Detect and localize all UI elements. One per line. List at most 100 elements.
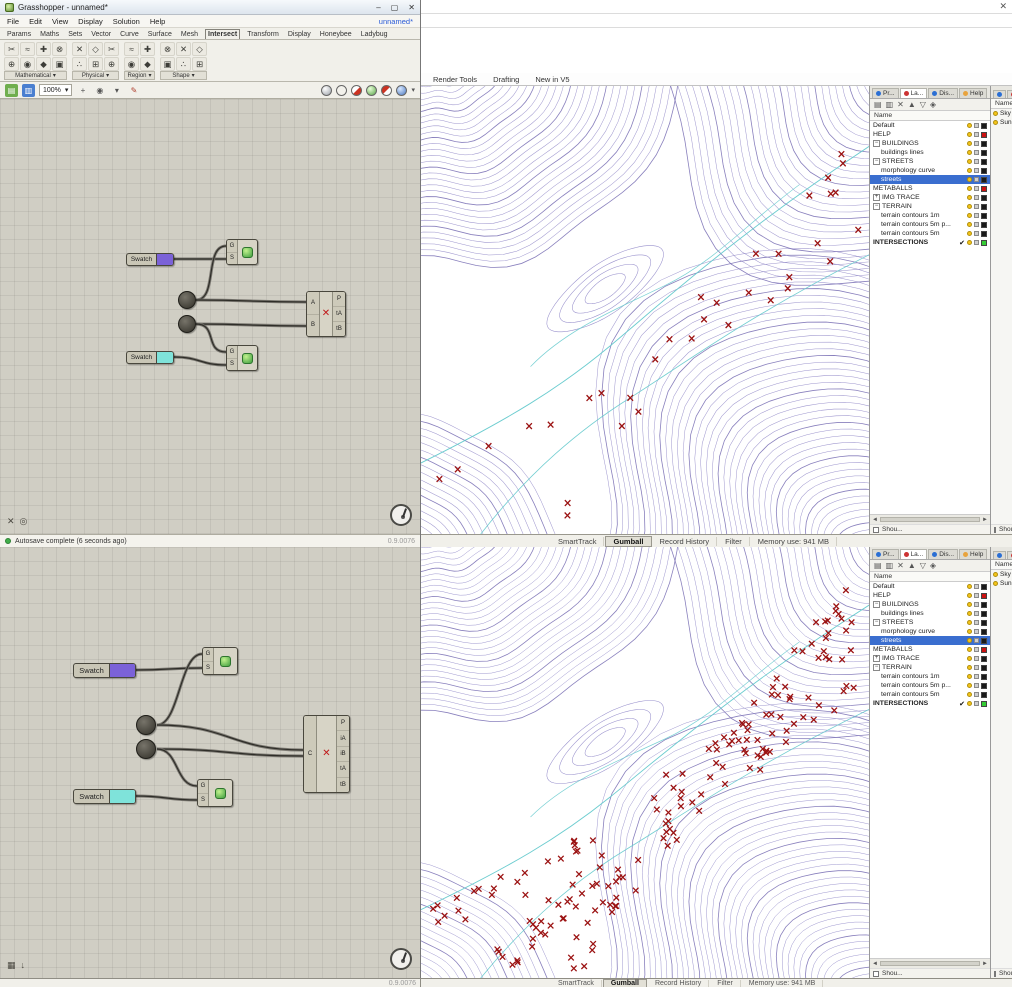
input-s[interactable]: S	[227, 357, 237, 370]
panel-tab-help[interactable]: Help	[959, 549, 988, 559]
preview-eye-icon[interactable]: ◉	[93, 84, 106, 97]
command-history-row[interactable]: ✕	[421, 0, 1012, 14]
layer-visibility-bulb-icon[interactable]	[967, 141, 972, 146]
component-icon[interactable]: ✕	[176, 42, 191, 56]
toolbar-tab[interactable]: Render Tools	[433, 75, 477, 84]
preview-selected-icon[interactable]	[351, 84, 363, 96]
swatch-node-cyan[interactable]: Swatch	[73, 789, 136, 804]
layer-visibility-bulb-icon[interactable]	[967, 123, 972, 128]
output-tb[interactable]: tB	[333, 321, 345, 336]
delete-layer-icon[interactable]: ✕	[897, 561, 904, 570]
output-tb[interactable]: tB	[337, 776, 349, 792]
swatch-color-purple[interactable]	[109, 664, 135, 677]
preview-blue-icon[interactable]	[396, 84, 408, 96]
menu-item[interactable]: Help	[150, 17, 165, 26]
panel-tab-pr[interactable]: Pr...	[872, 88, 899, 98]
sun-panel-row[interactable]: Sun	[991, 118, 1012, 127]
preview-half-icon[interactable]	[381, 84, 393, 96]
mesh-widget-icon[interactable]: ▦	[7, 960, 16, 971]
statusbar-filter[interactable]: Filter	[710, 979, 741, 987]
layer-lock-icon[interactable]	[974, 692, 979, 697]
layer-lock-icon[interactable]	[974, 620, 979, 625]
menu-item[interactable]: View	[52, 17, 68, 26]
layer-lock-icon[interactable]	[974, 674, 979, 679]
layer-color-swatch[interactable]	[981, 239, 987, 246]
command-prompt-row[interactable]	[421, 14, 1012, 28]
new-sublayer-icon[interactable]: ▥	[886, 561, 894, 570]
layer-row[interactable]: − BUILDINGS	[870, 600, 990, 609]
layer-lock-icon[interactable]	[974, 593, 979, 598]
panel-tab[interactable]	[993, 551, 1006, 559]
layer-color-swatch[interactable]	[981, 592, 987, 599]
chevron-down-icon[interactable]: ▾	[411, 86, 415, 94]
layer-row[interactable]: + IMG TRACE	[870, 193, 990, 202]
layer-row[interactable]: − STREETS	[870, 618, 990, 627]
collapse-icon[interactable]: −	[873, 601, 880, 608]
gh-tab-mesh[interactable]: Mesh	[179, 30, 200, 39]
component-icon[interactable]: ▣	[160, 57, 175, 71]
layer-row[interactable]: buildings lines	[870, 609, 990, 618]
sun-panel-row[interactable]: Sky	[991, 109, 1012, 118]
curve-curve-intersection-node[interactable]: A B ✕ P tA tB	[306, 291, 346, 337]
open-file-icon[interactable]: ▤	[5, 83, 18, 97]
layer-visibility-bulb-icon[interactable]	[967, 602, 972, 607]
preview-shaded-icon[interactable]	[321, 84, 333, 96]
layer-visibility-bulb-icon[interactable]	[967, 240, 972, 245]
download-widget-icon[interactable]: ↓	[21, 960, 26, 971]
layer-tools-icon[interactable]: ◈	[930, 561, 936, 570]
curve-param-node[interactable]	[136, 715, 156, 735]
layer-lock-icon[interactable]	[974, 665, 979, 670]
input-g[interactable]: G	[227, 240, 237, 252]
visibility-bulb-icon[interactable]	[993, 572, 998, 577]
layer-color-swatch[interactable]	[981, 167, 987, 174]
layer-row[interactable]: − STREETS	[870, 157, 990, 166]
custom-preview-node[interactable]: G S	[226, 345, 258, 371]
layer-visibility-bulb-icon[interactable]	[967, 656, 972, 661]
component-icon[interactable]: ◇	[88, 42, 103, 56]
layer-visibility-bulb-icon[interactable]	[967, 132, 972, 137]
layer-row[interactable]: terrain contours 5m	[870, 690, 990, 699]
save-file-icon[interactable]: ▥	[22, 83, 35, 97]
gh-tab-honeybee[interactable]: Honeybee	[318, 30, 354, 39]
scroll-right-icon[interactable]: ►	[982, 517, 988, 523]
curve-param-node[interactable]	[178, 315, 196, 333]
collapse-icon[interactable]: −	[873, 158, 880, 165]
component-icon[interactable]: ◆	[140, 57, 155, 71]
layer-row[interactable]: terrain contours 5m p...	[870, 220, 990, 229]
visibility-bulb-icon[interactable]	[993, 111, 998, 116]
new-layer-icon[interactable]: ▤	[874, 561, 882, 570]
layer-row[interactable]: METABALLS	[870, 184, 990, 193]
layer-row[interactable]: terrain contours 1m	[870, 211, 990, 220]
stamp-widget-icon[interactable]: ◎	[20, 516, 28, 527]
panel-tab-help[interactable]: Help	[959, 88, 988, 98]
grasshopper-canvas[interactable]: Swatch G S A B ✕ P tA tB G S Swatch ✕ ◎	[0, 99, 420, 534]
layer-visibility-bulb-icon[interactable]	[967, 674, 972, 679]
layer-visibility-bulb-icon[interactable]	[967, 683, 972, 688]
minimize-button[interactable]: –	[376, 3, 380, 12]
layer-lock-icon[interactable]	[974, 159, 979, 164]
grasshopper-titlebar[interactable]: Grasshopper - unnamed* – ▢ ✕	[0, 0, 420, 15]
component-icon[interactable]: ⊗	[160, 42, 175, 56]
layer-visibility-bulb-icon[interactable]	[967, 168, 972, 173]
layer-color-swatch[interactable]	[981, 691, 987, 698]
custom-preview-node[interactable]: G S	[226, 239, 258, 265]
component-icon[interactable]: ≈	[20, 42, 35, 56]
collapse-icon[interactable]: −	[873, 619, 880, 626]
statusbar-smarttrack[interactable]: SmartTrack	[551, 536, 605, 546]
compass-widget[interactable]	[390, 504, 412, 526]
statusbar-memory[interactable]: Memory use: 941 MB	[751, 536, 838, 546]
layer-color-swatch[interactable]	[981, 628, 987, 635]
input-s[interactable]: S	[227, 251, 237, 264]
layer-color-swatch[interactable]	[981, 682, 987, 689]
menu-item[interactable]: Solution	[113, 17, 140, 26]
show-checkbox[interactable]	[994, 526, 996, 533]
layer-lock-icon[interactable]	[974, 213, 979, 218]
toolbar-group-label[interactable]: Physical ▾	[72, 71, 119, 80]
layer-lock-icon[interactable]	[974, 231, 979, 236]
layer-visibility-bulb-icon[interactable]	[967, 150, 972, 155]
layer-color-swatch[interactable]	[981, 610, 987, 617]
layer-row[interactable]: HELP	[870, 591, 990, 600]
statusbar-gumball[interactable]: Gumball	[605, 535, 652, 547]
zoom-extents-icon[interactable]: +	[76, 84, 89, 97]
layer-color-swatch[interactable]	[981, 583, 987, 590]
